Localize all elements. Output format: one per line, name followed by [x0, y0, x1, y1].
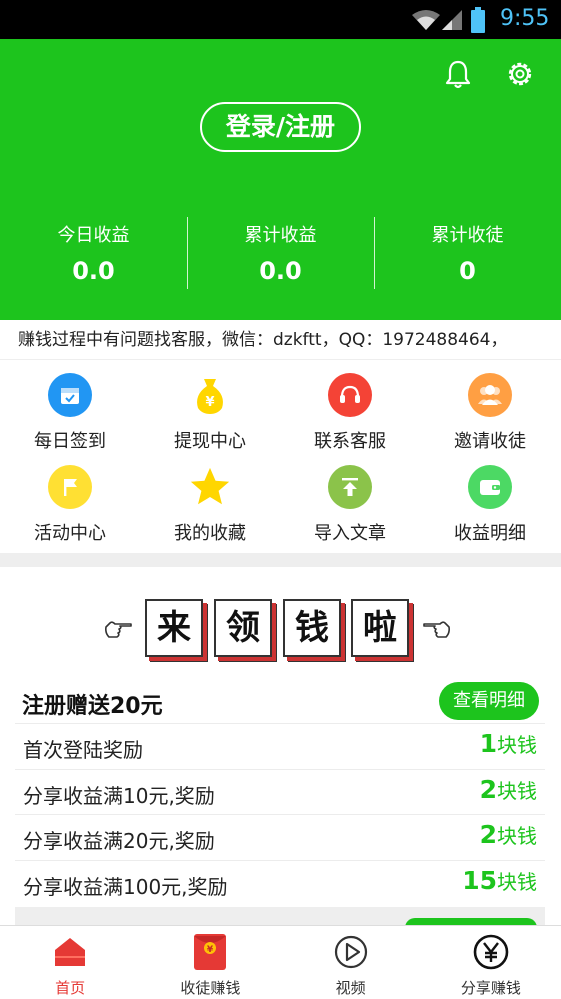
tab-home[interactable]: 首页: [0, 926, 140, 999]
tab-share-earn[interactable]: 分享赚钱: [421, 926, 561, 999]
reward-row: 首次登陆奖励 1块钱: [15, 723, 545, 769]
grid-label: 我的收藏: [174, 523, 246, 544]
notice-marquee: 赚钱过程中有问题找客服，微信：dzkftt，QQ：1972488464，: [0, 320, 561, 360]
grid-label: 提现中心: [174, 431, 246, 452]
grid-item-withdraw-center[interactable]: ¥ 提现中心: [140, 365, 280, 457]
reward-amount-unit: 块钱: [497, 733, 537, 757]
earnings-stats: 今日收益 0.0 累计收益 0.0 累计收徒 0: [0, 217, 561, 289]
bottom-tab-bar: 首页 ¥ 收徒赚钱 视频 分享赚钱: [0, 925, 561, 999]
flag-icon: [48, 465, 92, 509]
upload-icon: [328, 465, 372, 509]
reward-section-title: 注册赠送20元: [22, 694, 163, 719]
tab-label: 分享赚钱: [460, 979, 521, 997]
profile-header: 登录/注册 今日收益 0.0 累计收益 0.0 累计收徒 0: [0, 39, 561, 320]
play-icon: [331, 932, 371, 972]
money-bag-icon: ¥: [188, 373, 232, 417]
tab-label: 视频: [335, 979, 366, 997]
reward-label: 分享收益满10元,奖励: [23, 783, 215, 808]
star-icon: [188, 465, 232, 509]
reward-amount-unit: 块钱: [497, 778, 537, 803]
tab-label: 首页: [55, 979, 86, 997]
stat-value: 0: [459, 257, 476, 285]
reward-row: 分享收益满10元,奖励 2块钱: [15, 768, 545, 815]
signal-icon: [442, 10, 462, 30]
stat-label: 累计收益: [244, 225, 317, 246]
reward-amount: 1块钱: [480, 729, 537, 758]
bell-icon[interactable]: [444, 59, 472, 89]
reward-amount: 2块钱: [480, 820, 537, 849]
grid-item-my-favorites[interactable]: 我的收藏: [140, 457, 280, 549]
yen-coin-icon: [471, 932, 511, 972]
reward-amount-unit: 块钱: [497, 869, 537, 894]
reward-amount-value: 1: [479, 729, 497, 758]
stat-total-earnings[interactable]: 累计收益 0.0: [187, 217, 374, 289]
reward-label: 分享收益满100元,奖励: [23, 874, 228, 899]
red-envelope-icon: ¥: [190, 932, 230, 972]
grid-label: 每日签到: [34, 431, 106, 452]
stat-label: 今日收益: [57, 225, 130, 246]
section-divider: [0, 553, 561, 567]
tab-label: 收徒赚钱: [180, 979, 241, 997]
reward-amount-value: 15: [462, 865, 497, 895]
view-details-button[interactable]: 查看明细: [439, 682, 539, 720]
grid-item-customer-service[interactable]: 联系客服: [280, 365, 420, 457]
reward-list: 首次登陆奖励 1块钱 分享收益满10元,奖励 2块钱 分享收益满20元,奖励 2…: [15, 723, 545, 905]
banner-char: 钱: [283, 599, 341, 657]
reward-label: 分享收益满20元,奖励: [23, 829, 215, 853]
stat-total-apprentices[interactable]: 累计收徒 0: [374, 217, 561, 289]
grid-item-activity-center[interactable]: 活动中心: [0, 457, 140, 549]
pointing-hand-icon: [105, 621, 132, 638]
grid-label: 导入文章: [314, 523, 386, 544]
reward-amount: 15块钱: [462, 866, 537, 895]
banner-char: 来: [145, 599, 203, 657]
grid-label: 收益明细: [454, 523, 526, 544]
clock-time: 9:55: [500, 6, 550, 31]
banner-char: 啦: [351, 599, 409, 657]
stat-label: 累计收徒: [431, 225, 504, 246]
grid-item-earnings-detail[interactable]: 收益明细: [420, 457, 560, 549]
home-icon: [50, 932, 90, 972]
stat-value: 0.0: [259, 257, 302, 285]
stat-value: 0.0: [72, 257, 115, 285]
headset-icon: [328, 373, 372, 417]
svg-text:¥: ¥: [205, 395, 214, 410]
reward-amount-value: 2: [479, 820, 497, 849]
calendar-icon: [48, 373, 92, 417]
wallet-icon: [468, 465, 512, 509]
tab-apprentice-earn[interactable]: ¥ 收徒赚钱: [140, 926, 280, 999]
wifi-icon: [412, 10, 440, 30]
gear-icon[interactable]: [505, 59, 535, 89]
grid-item-import-article[interactable]: 导入文章: [280, 457, 420, 549]
get-money-banner[interactable]: 来 领 钱 啦: [0, 585, 561, 675]
grid-label: 邀请收徒: [454, 431, 526, 452]
people-icon: [468, 373, 512, 417]
grid-label: 联系客服: [314, 431, 386, 452]
reward-row: 分享收益满20元,奖励 2块钱: [15, 814, 545, 860]
grid-item-daily-checkin[interactable]: 每日签到: [0, 365, 140, 457]
battery-icon: [471, 7, 485, 33]
reward-amount: 2块钱: [480, 775, 537, 804]
banner-char: 领: [214, 599, 272, 657]
reward-label: 首次登陆奖励: [23, 738, 143, 762]
grid-label: 活动中心: [34, 523, 106, 544]
login-register-button[interactable]: 登录/注册: [200, 102, 361, 152]
reward-amount-value: 2: [479, 774, 497, 804]
grid-item-invite-apprentice[interactable]: 邀请收徒: [420, 365, 560, 457]
feature-grid: 每日签到 ¥ 提现中心 联系客服 邀请收徒 活动中心 我的收藏 导入文章 收益明…: [0, 365, 561, 550]
tab-video[interactable]: 视频: [281, 926, 421, 999]
pointing-hand-icon: [423, 621, 450, 638]
svg-text:¥: ¥: [207, 945, 214, 955]
reward-row: 分享收益满100元,奖励 15块钱: [15, 859, 545, 906]
reward-amount-unit: 块钱: [497, 824, 537, 848]
status-bar: 9:55: [0, 0, 561, 39]
stat-today-earnings[interactable]: 今日收益 0.0: [0, 217, 187, 289]
